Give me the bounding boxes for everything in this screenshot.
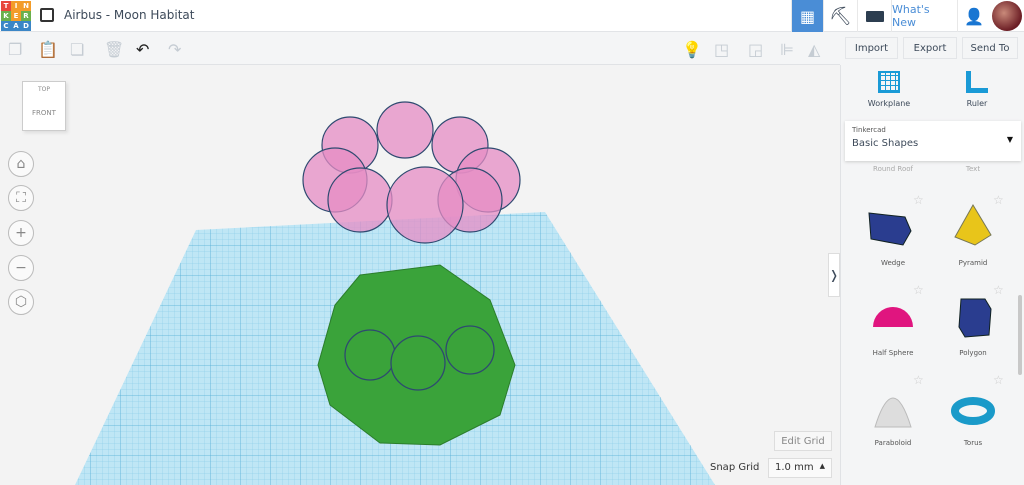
whats-new-link[interactable]: What's New (891, 0, 957, 32)
favorite-star-icon[interactable]: ☆ (993, 373, 1004, 387)
favorite-star-icon[interactable]: ☆ (913, 283, 924, 297)
snap-grid-label: Snap Grid (710, 462, 760, 473)
view-cube-front[interactable]: FRONT (23, 109, 65, 117)
zoom-in-button[interactable]: + (8, 220, 34, 246)
zoom-out-button[interactable]: − (8, 255, 34, 281)
edit-grid-button[interactable]: Edit Grid (774, 431, 832, 451)
logo-letter: C (1, 21, 11, 31)
top-bar: TINKERCAD Airbus - Moon Habitat ▦ ⛏ What… (0, 0, 1024, 32)
shapes-panel: Workplane Ruler Tinkercad Basic Shapes ▼… (840, 65, 1024, 485)
invite-user-button[interactable]: 👤 (957, 0, 990, 32)
scene (75, 101, 715, 485)
shape-label: Paraboloid (874, 439, 912, 447)
view-cube[interactable]: TOP FRONT (22, 81, 66, 131)
import-button[interactable]: Import (845, 37, 898, 59)
shape-item-polygon[interactable]: ☆ Polygon (933, 283, 1013, 368)
shape-label: Pyramid (958, 259, 988, 267)
tinkercad-logo[interactable]: TINKERCAD (1, 1, 31, 31)
duplicate-icon[interactable]: ❏ (70, 40, 84, 59)
grid-icon: ▦ (799, 6, 816, 26)
3d-viewport[interactable]: TOP FRONT ⌂ ⛶ + − ⬡ ❭ Edit Grid Snap Gri… (0, 65, 840, 485)
shape-library-select[interactable]: Tinkercad Basic Shapes ▼ (845, 121, 1021, 161)
send-to-button[interactable]: Send To (962, 37, 1018, 59)
view-cube-top[interactable]: TOP (23, 86, 65, 93)
panel-scrollbar[interactable] (1018, 295, 1022, 375)
lego-button[interactable] (857, 0, 891, 32)
mirror-icon[interactable]: ◭ (808, 40, 820, 59)
library-value: Basic Shapes (852, 138, 919, 149)
copy-icon[interactable]: ❐ (8, 40, 22, 59)
logo-letter: K (1, 11, 11, 21)
shape-label: Wedge (880, 259, 905, 267)
light-bulb-icon[interactable]: 💡 (682, 40, 702, 59)
edit-toolbar: ❐ 📋 ❏ 🗑 ↶ ↷ 💡 ◳ ◲ ⊫ ◭ (0, 32, 840, 65)
ruler-button[interactable]: Ruler (949, 71, 1005, 108)
home-view-button[interactable]: ⌂ (8, 151, 34, 177)
collapse-panel-button[interactable]: ❭ (828, 253, 840, 297)
ruler-icon (966, 71, 988, 93)
pink-sphere-ring (302, 101, 521, 244)
logo-letter: I (11, 1, 21, 11)
favorite-star-icon[interactable]: ☆ (913, 373, 924, 387)
snap-grid-select[interactable]: 1.0 mm ▲ (768, 458, 832, 478)
align-icon[interactable]: ⊫ (780, 40, 794, 59)
logo-letter: D (21, 21, 31, 31)
favorite-star-icon[interactable]: ☆ (913, 193, 924, 207)
codeblocks-button[interactable]: ⛏ (823, 0, 857, 32)
ruler-label: Ruler (966, 99, 988, 108)
design-title[interactable]: Airbus - Moon Habitat (64, 8, 194, 22)
shape-label-partial: Round Roof (873, 165, 913, 173)
logo-letter: R (21, 11, 31, 21)
grid-view-button[interactable]: ▦ (791, 0, 823, 32)
export-button[interactable]: Export (903, 37, 957, 59)
dropdown-arrow-icon: ▼ (1006, 135, 1013, 144)
shape-label-partial: Text (965, 165, 981, 173)
workplane-button[interactable]: Workplane (861, 71, 917, 108)
design-list-icon[interactable] (40, 8, 54, 22)
pickaxe-icon: ⛏ (829, 5, 852, 27)
shape-item-wedge[interactable]: ☆ Wedge (853, 193, 933, 278)
shape-label: Half Sphere (872, 349, 914, 357)
logo-letter: E (11, 11, 21, 21)
shape-item-half-sphere[interactable]: ☆ Half Sphere (853, 283, 933, 368)
undo-icon[interactable]: ↶ (136, 40, 149, 59)
shape-item-paraboloid[interactable]: ☆ Paraboloid (853, 373, 933, 458)
shape-label: Polygon (959, 349, 987, 357)
brick-icon (865, 10, 884, 22)
perspective-button[interactable]: ⬡ (8, 289, 34, 315)
library-label: Tinkercad (852, 126, 886, 134)
logo-letter: N (21, 1, 31, 11)
redo-icon[interactable]: ↷ (168, 40, 181, 59)
add-user-icon: 👤 (964, 6, 984, 26)
shape-label: Torus (963, 439, 983, 447)
workplane-label: Workplane (867, 99, 911, 108)
ungroup-icon[interactable]: ◲ (748, 40, 763, 59)
shape-item-torus[interactable]: ☆ Torus (933, 373, 1013, 458)
logo-letter: T (1, 1, 11, 11)
group-icon[interactable]: ◳ (714, 40, 729, 59)
avatar[interactable] (992, 1, 1022, 31)
paste-icon[interactable]: 📋 (38, 40, 58, 59)
fit-view-button[interactable]: ⛶ (8, 185, 34, 211)
favorite-star-icon[interactable]: ☆ (993, 283, 1004, 297)
favorite-star-icon[interactable]: ☆ (993, 193, 1004, 207)
delete-icon[interactable]: 🗑 (104, 40, 124, 59)
workplane-icon (878, 71, 900, 93)
logo-letter: A (11, 21, 21, 31)
shape-item-pyramid[interactable]: ☆ Pyramid (933, 193, 1013, 278)
